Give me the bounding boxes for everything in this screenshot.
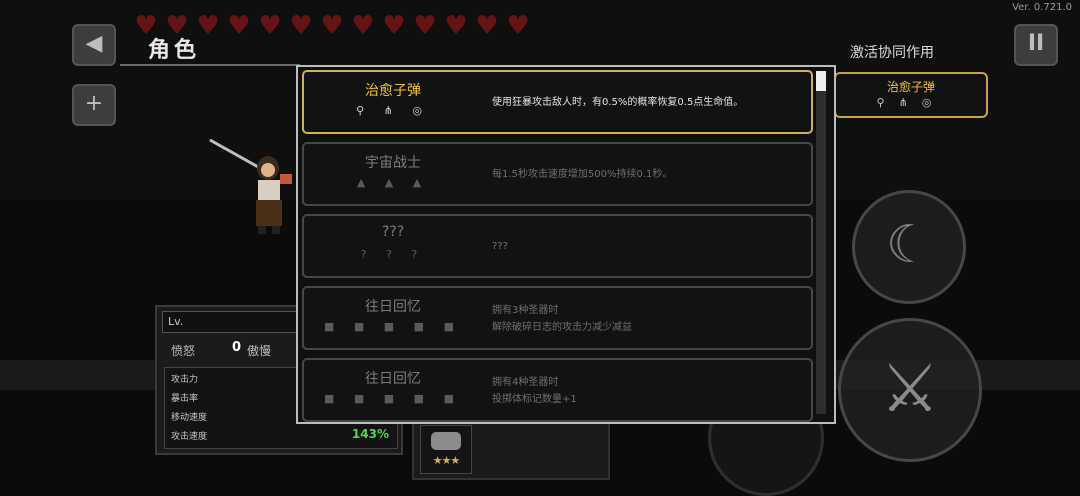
synergy-icons: ■ ■ ■ ■ ■ [324, 320, 462, 333]
pause-icon: II [1027, 31, 1045, 56]
synergy-name: ??? [381, 224, 405, 240]
menu-icon: ◀ [85, 31, 103, 56]
panel-title: 角色 [148, 38, 201, 63]
synergy-name: 往日回忆 [365, 299, 421, 315]
stat-label: 攻击力 [171, 375, 199, 385]
relic-item[interactable]: ★★★ [420, 425, 472, 474]
relic-slot-bar: ★★★ [412, 420, 610, 480]
heart-icon: ♥ [475, 11, 499, 41]
heart-icon: ♥ [320, 11, 344, 41]
heart-icon: ♥ [444, 11, 468, 41]
heart-icon: ♥ [382, 11, 406, 41]
attack-button[interactable]: ⚔ [838, 318, 982, 462]
popup-scroll-thumb[interactable] [816, 71, 826, 91]
stat-row-attack-speed: 攻击速度 143% [165, 425, 397, 444]
synergy-list-popup: 治愈子弹 ⚲ ⋔ ◎ 使用狂暴攻击敌人时，有0.5%的概率恢复0.5点生命值。 … [296, 65, 836, 424]
stat-label: 移动速度 [171, 413, 208, 423]
synergy-item[interactable]: 往日回忆 ■ ■ ■ ■ ■ 拥有3种圣器时 解除破碎日志的攻击力减少减益 [302, 286, 813, 350]
stat-label: 暴击率 [171, 394, 199, 404]
synergy-desc: 拥有4种圣器时 [492, 377, 559, 388]
skill-button[interactable]: ☾ [852, 190, 966, 304]
boot-icon: ⚲ [876, 96, 899, 109]
barrel-icon [431, 432, 461, 450]
heart-icon: ♥ [227, 11, 251, 41]
synergy-item[interactable]: ??? ? ? ? ??? [302, 214, 813, 278]
synergy-icons: ■ ■ ■ ■ ■ [324, 392, 462, 405]
active-synergy-icons: ⚲⋔◎ [836, 96, 986, 109]
synergy-name: 治愈子弹 [365, 83, 421, 99]
popup-scrollbar[interactable] [816, 71, 826, 414]
relic-stars: ★★★ [432, 454, 461, 467]
sword-attack-icon: ⚔ [880, 350, 940, 427]
heart-icon: ♥ [289, 11, 313, 41]
plus-icon: + [84, 91, 104, 116]
crossbow-icon: ⋔ [898, 96, 922, 109]
synergy-item[interactable]: 治愈子弹 ⚲ ⋔ ◎ 使用狂暴攻击敌人时，有0.5%的概率恢复0.5点生命值。 [302, 70, 813, 134]
stat-label: 攻击速度 [171, 432, 208, 442]
stat-value: 143% [351, 427, 389, 441]
player-character-sprite [209, 138, 292, 234]
pause-button[interactable]: II [1014, 24, 1058, 66]
synergy-name: 宇宙战士 [365, 155, 421, 171]
arrogance-label: 傲慢 [247, 344, 272, 358]
synergy-icons: ? ? ? [360, 248, 426, 261]
synergy-desc: 每1.5秒攻击速度增加500%持续0.1秒。 [492, 169, 673, 180]
synergy-desc: 使用狂暴攻击敌人时，有0.5%的概率恢复0.5点生命值。 [492, 97, 744, 108]
heart-icon: ♥ [258, 11, 282, 41]
synergy-desc: 投掷体标记数量+1 [492, 394, 577, 405]
rage-label: 愤怒 [171, 344, 196, 358]
version-label: Ver. 0.721.0 [1012, 2, 1072, 13]
heart-icon: ♥ [413, 11, 437, 41]
synergy-icons: ⚲ ⋔ ◎ [356, 104, 430, 117]
active-synergy-name: 治愈子弹 [886, 80, 935, 94]
synergy-item[interactable]: 宇宙战士 ▲ ▲ ▲ 每1.5秒攻击速度增加500%持续0.1秒。 [302, 142, 813, 206]
synergy-icons: ▲ ▲ ▲ [356, 176, 430, 189]
add-button[interactable]: + [72, 84, 116, 126]
heart-icon: ♥ [351, 11, 375, 41]
rage-value: 0 [232, 340, 242, 355]
synergy-desc: 拥有3种圣器时 [492, 305, 559, 316]
heart-icon: ♥ [506, 11, 530, 41]
active-synergy-title: 激活协同作用 [850, 45, 934, 61]
synergy-item[interactable]: 往日回忆 ■ ■ ■ ■ ■ 拥有4种圣器时 投掷体标记数量+1 [302, 358, 813, 422]
synergy-desc: ??? [492, 241, 508, 252]
menu-button[interactable]: ◀ [72, 24, 116, 66]
synergy-name: 往日回忆 [365, 371, 421, 387]
rope-icon: ◎ [921, 96, 946, 109]
crescent-skill-icon: ☾ [885, 215, 933, 275]
synergy-desc: 解除破碎日志的攻击力减少减益 [492, 322, 632, 333]
active-synergy-card[interactable]: 治愈子弹 ⚲⋔◎ [834, 72, 988, 118]
title-divider [120, 64, 300, 66]
